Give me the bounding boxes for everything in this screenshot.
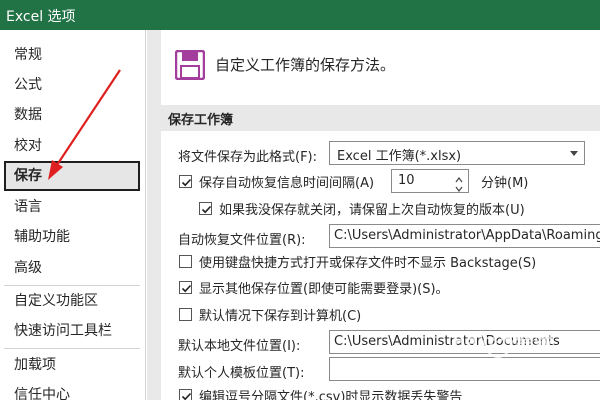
sidebar-item-quick-access-toolbar[interactable]: 快速访问工具栏 [4,316,140,346]
default-local-location-label: 默认本地文件位置(I): [178,339,301,354]
save-floppy-icon [174,49,206,84]
autorecover-location-input[interactable]: C:\Users\Administrator\AppData\Roaming [329,224,600,248]
sidebar-item-data[interactable]: 数据 [4,100,140,130]
no-backstage-label: 使用键盘快捷方式打开或保存文件时不显示 Backstage(S) [199,256,537,271]
chevron-up-icon[interactable] [455,173,463,183]
svg-text:Bai: Bai [452,332,484,353]
keep-last-autorecover-checkbox[interactable] [199,202,212,215]
sidebar-item-save[interactable]: 保存 [4,161,140,191]
show-additional-places-checkbox[interactable] [179,281,192,294]
autorecover-minutes-value: 10 [398,173,415,188]
minutes-unit-label: 分钟(M) [481,176,529,191]
panel-title: 自定义工作簿的保存方法。 [215,56,396,74]
keep-last-autorecover-label: 如果我没保存就关闭，请保留上次自动恢复的版本(U) [219,203,525,218]
default-save-to-computer-label: 默认情况下保存到计算机(C) [199,309,362,324]
save-format-dropdown[interactable]: Excel 工作簿(*.xlsx) [329,141,585,165]
autorecover-location-label: 自动恢复文件位置(R): [178,233,306,248]
autorecover-label: 保存自动恢复信息时间间隔(A) [199,176,375,191]
sidebar-item-accessibility[interactable]: 辅助功能 [4,222,140,252]
sidebar-divider [4,348,140,349]
options-sidebar: 常规 公式 数据 校对 保存 语言 辅助功能 高级 自定义功能区 快速访问工具栏… [0,30,146,400]
csv-warning-checkbox[interactable] [179,389,192,400]
save-format-value: Excel 工作簿(*.xlsx) [337,149,462,164]
sidebar-item-advanced[interactable]: 高级 [4,253,140,283]
watermark-logo-icon: Bai 经验 [452,331,553,358]
autorecover-location-value: C:\Users\Administrator\AppData\Roaming [334,228,600,243]
no-backstage-checkbox[interactable] [179,255,192,268]
title-bar: Excel 选项 [0,0,600,30]
autorecover-minutes-stepper[interactable]: 10 [391,169,469,193]
chevron-down-icon [570,151,578,156]
sidebar-item-general[interactable]: 常规 [4,40,140,70]
default-save-to-computer-checkbox[interactable] [179,308,192,321]
section-title: 保存工作簿 [168,113,234,128]
svg-text:经验: 经验 [516,331,553,353]
panel-gutter [147,30,161,400]
sidebar-item-language[interactable]: 语言 [4,192,140,222]
sidebar-item-customize-ribbon[interactable]: 自定义功能区 [4,286,140,316]
section-save-workbooks: 保存工作簿 [161,105,600,131]
sidebar-item-trust-center[interactable]: 信任中心 [4,380,140,400]
autorecover-checkbox[interactable] [179,175,192,188]
chevron-down-icon[interactable] [455,182,463,192]
save-format-label: 将文件保存为此格式(F): [178,150,318,165]
sidebar-item-addins[interactable]: 加载项 [4,350,140,380]
show-additional-places-label: 显示其他保存位置(即使可能需要登录)(S)。 [199,282,449,297]
window-title: Excel 选项 [6,9,76,25]
sidebar-item-formulas[interactable]: 公式 [4,70,140,100]
default-template-location-label: 默认个人模板位置(T): [178,366,305,381]
sidebar-item-proofing[interactable]: 校对 [4,131,140,161]
csv-warning-label: 编辑逗号分隔文件(*.csv)时显示数据丢失警告 [199,390,463,400]
